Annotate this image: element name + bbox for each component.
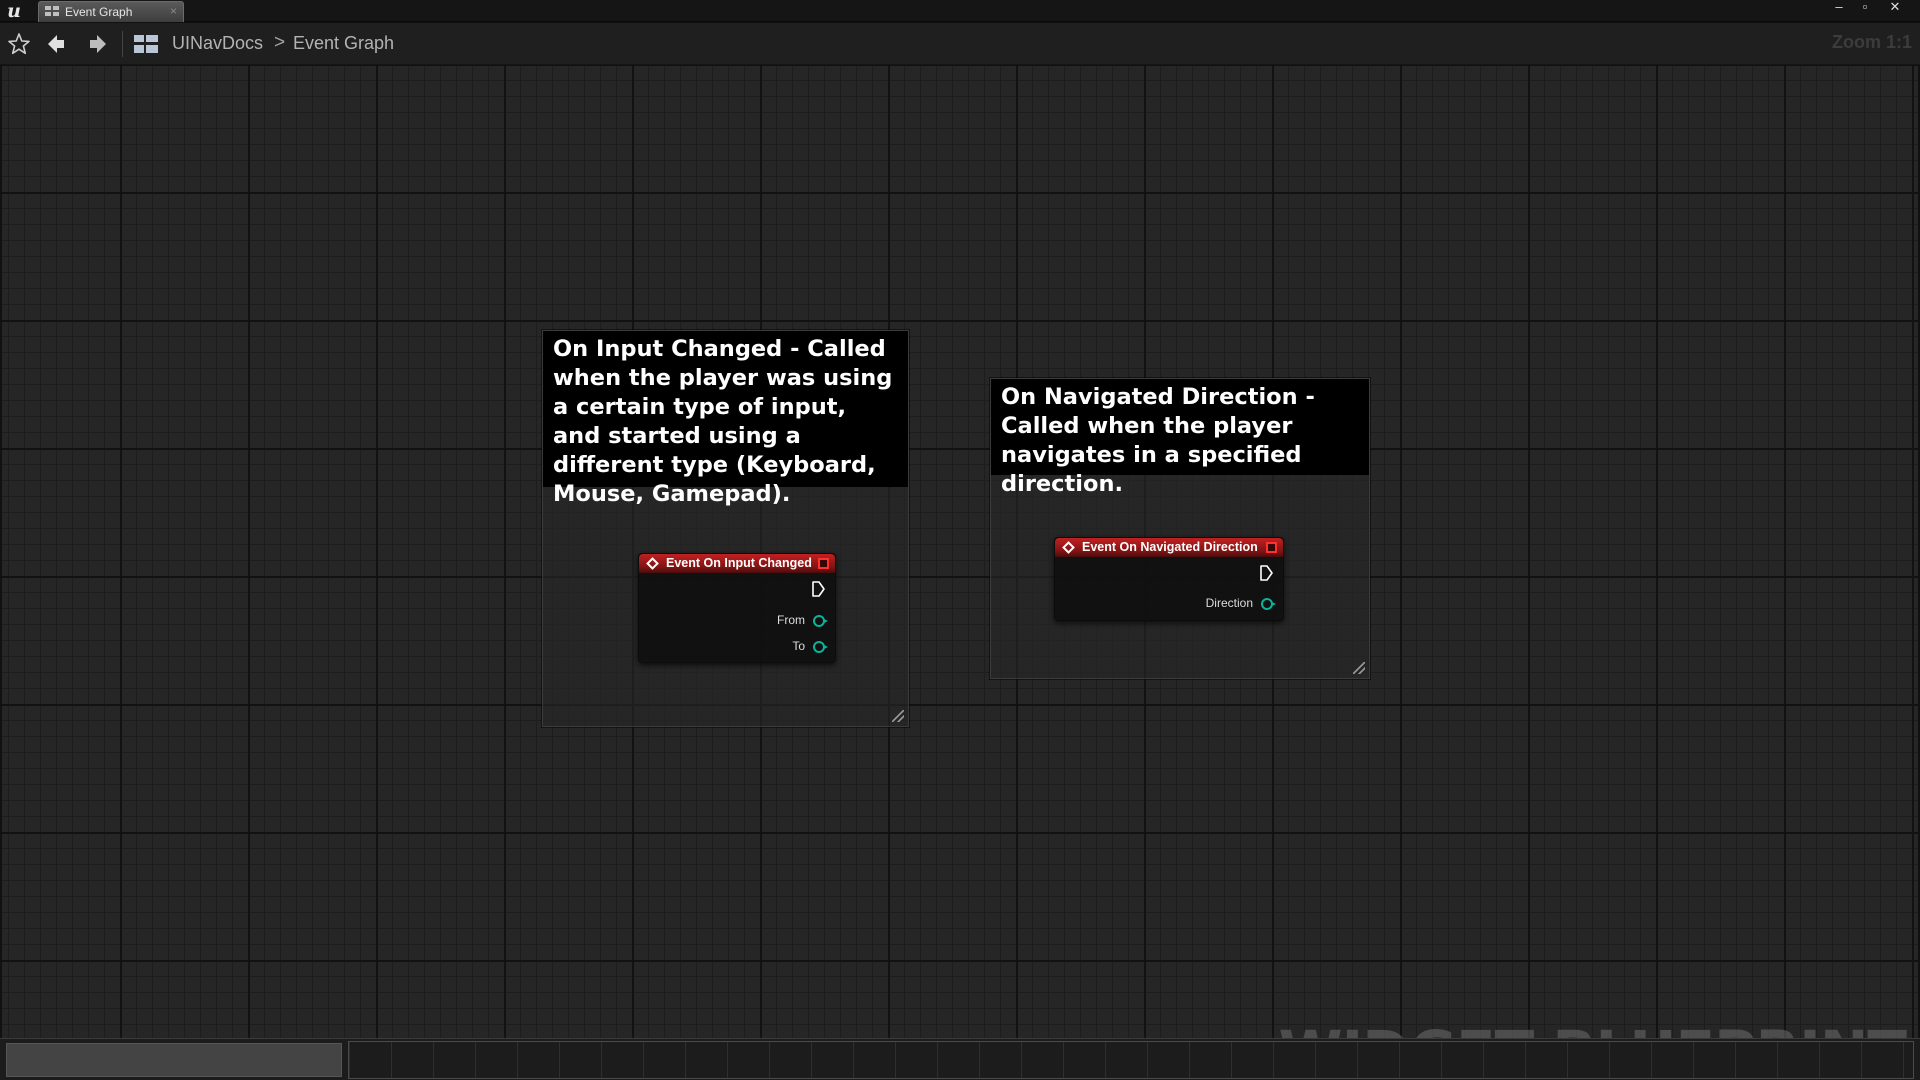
tab-event-graph[interactable]: Event Graph × xyxy=(38,1,184,22)
node-header: Event On Input Changed xyxy=(639,554,835,574)
widget-blueprint-icon xyxy=(134,35,158,53)
node-header: Event On Navigated Direction xyxy=(1055,538,1283,558)
breadcrumb-event-graph[interactable]: Event Graph xyxy=(293,33,394,54)
close-window-button[interactable]: ✕ xyxy=(1884,0,1906,16)
back-button[interactable] xyxy=(44,31,70,57)
event-node-input-changed[interactable]: Event On Input Changed From To xyxy=(638,553,836,663)
exec-pin-icon[interactable] xyxy=(811,581,825,597)
delegate-pin-icon[interactable] xyxy=(1266,542,1277,553)
graph-icon xyxy=(45,6,59,17)
data-pin-icon[interactable] xyxy=(813,641,828,653)
bottom-track xyxy=(348,1041,1914,1079)
delegate-pin-icon[interactable] xyxy=(818,558,829,569)
widget-blueprint-watermark: WIDGET BLUEPRINT xyxy=(1279,1017,1907,1038)
arrow-left-icon xyxy=(48,35,64,53)
tab-close-icon[interactable]: × xyxy=(170,4,177,18)
node-title: Event On Navigated Direction xyxy=(1082,540,1258,554)
forward-button[interactable] xyxy=(84,31,110,57)
favorite-button[interactable] xyxy=(6,31,32,57)
comment-box-navigated-direction[interactable]: On Navigated Direction - Called when the… xyxy=(990,378,1370,679)
event-node-navigated-direction[interactable]: Event On Navigated Direction Direction xyxy=(1054,537,1284,621)
restore-button[interactable]: ▫ xyxy=(1854,0,1876,16)
unreal-logo-icon: u xyxy=(7,0,21,22)
resize-handle-icon[interactable] xyxy=(1353,662,1365,674)
comment-text: On Navigated Direction - Called when the… xyxy=(991,379,1369,497)
title-bar: u Event Graph × – ▫ ✕ xyxy=(0,0,1920,22)
pin-to[interactable]: To xyxy=(725,639,828,655)
pin-direction[interactable]: Direction xyxy=(1153,596,1276,612)
minimize-button[interactable]: – xyxy=(1828,0,1850,16)
pin-label: From xyxy=(777,613,805,627)
pin-from[interactable]: From xyxy=(725,613,828,629)
arrow-right-icon xyxy=(90,35,106,53)
bottom-input-field[interactable] xyxy=(6,1043,342,1077)
data-pin-icon[interactable] xyxy=(1261,598,1276,610)
data-pin-icon[interactable] xyxy=(813,615,828,627)
event-diamond-icon xyxy=(1062,541,1075,554)
zoom-indicator: Zoom 1:1 xyxy=(1831,32,1912,52)
pin-label: Direction xyxy=(1205,596,1253,610)
exec-pin-icon[interactable] xyxy=(1259,565,1273,581)
star-icon xyxy=(8,33,30,55)
node-title: Event On Input Changed xyxy=(666,556,812,570)
breadcrumb-uinavdocs[interactable]: UINavDocs xyxy=(172,33,263,54)
resize-handle-icon[interactable] xyxy=(892,710,904,722)
tab-label: Event Graph xyxy=(65,5,133,19)
pin-label: To xyxy=(792,639,805,653)
bottom-bar xyxy=(0,1038,1920,1080)
event-graph-canvas[interactable]: On Input Changed - Called when the playe… xyxy=(2,66,1918,1038)
comment-box-input-changed[interactable]: On Input Changed - Called when the playe… xyxy=(542,330,909,727)
comment-text: On Input Changed - Called when the playe… xyxy=(543,331,908,507)
event-diamond-icon xyxy=(646,557,659,570)
breadcrumb-separator: > xyxy=(274,32,286,53)
graph-toolbar: UINavDocs > Event Graph Zoom 1:1 xyxy=(0,23,1920,65)
toolbar-separator xyxy=(122,31,123,57)
